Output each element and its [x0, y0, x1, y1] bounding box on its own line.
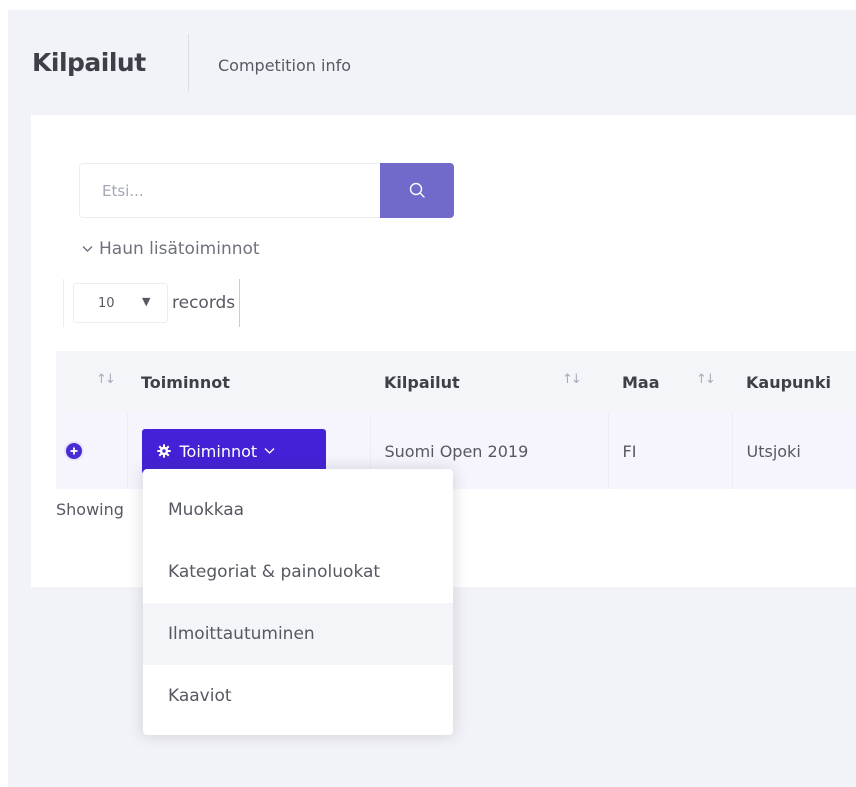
column-header-maa[interactable]: Maa ↑↓: [608, 351, 732, 413]
column-header-expand[interactable]: ↑↓: [56, 351, 127, 413]
title-separator: [188, 34, 189, 92]
expand-row-button[interactable]: [64, 441, 84, 461]
column-header-label: Kaupunki: [746, 372, 831, 392]
records-length: 10 ▼ records: [63, 279, 241, 327]
cell-maa: FI: [608, 413, 733, 489]
cell-kaupunki: Utsjoki: [732, 413, 856, 489]
actions-dropdown-menu: Muokkaa Kategoriat & painoluokat Ilmoitt…: [143, 469, 453, 735]
app-frame: Kilpailut Competition info Haun lisätoim…: [8, 10, 856, 787]
search-input[interactable]: [79, 163, 381, 218]
menu-item-muokkaa[interactable]: Muokkaa: [143, 479, 453, 541]
sort-icon: ↑↓: [96, 372, 116, 387]
search-icon: [409, 182, 425, 198]
gear-icon: [156, 444, 171, 458]
actions-dropdown-button[interactable]: Toiminnot: [141, 428, 326, 474]
column-header-toiminnot: Toiminnot: [127, 351, 370, 413]
chevron-down-icon: [82, 246, 93, 252]
sort-icon: ↑↓: [696, 372, 716, 387]
page-title: Kilpailut: [32, 48, 146, 77]
column-header-label: Maa: [622, 372, 660, 392]
plus-icon: [70, 447, 78, 455]
table-info: Showing: [56, 500, 124, 519]
expand-cell: [56, 413, 128, 489]
column-header-kilpailut[interactable]: Kilpailut ↑↓: [370, 351, 608, 413]
breadcrumb-competition-info[interactable]: Competition info: [218, 56, 351, 75]
records-per-page-select[interactable]: 10 ▼: [73, 283, 168, 323]
records-selected-value: 10: [98, 295, 115, 311]
sort-icon: ↑↓: [562, 372, 582, 387]
menu-item-kategoriat[interactable]: Kategoriat & painoluokat: [143, 541, 453, 603]
advanced-search-toggle[interactable]: Haun lisätoiminnot: [82, 239, 260, 259]
table-header-row: ↑↓ Toiminnot Kilpailut ↑↓ Maa ↑↓ Kaupunk: [56, 351, 856, 413]
records-label: records: [172, 279, 241, 327]
advanced-search-label: Haun lisätoiminnot: [99, 239, 260, 259]
search-button[interactable]: [380, 163, 454, 218]
column-header-label: Kilpailut: [384, 372, 460, 392]
subheader: Kilpailut Competition info: [8, 10, 856, 120]
actions-button-label: Toiminnot: [179, 441, 258, 461]
caret-down-icon: ▼: [142, 295, 151, 308]
column-header-label: Toiminnot: [141, 372, 230, 392]
chevron-down-icon: [264, 448, 275, 454]
menu-item-kaaviot[interactable]: Kaaviot: [143, 665, 453, 727]
column-header-kaupunki[interactable]: Kaupunki: [732, 351, 856, 413]
menu-item-ilmoittautuminen[interactable]: Ilmoittautuminen: [143, 603, 453, 665]
